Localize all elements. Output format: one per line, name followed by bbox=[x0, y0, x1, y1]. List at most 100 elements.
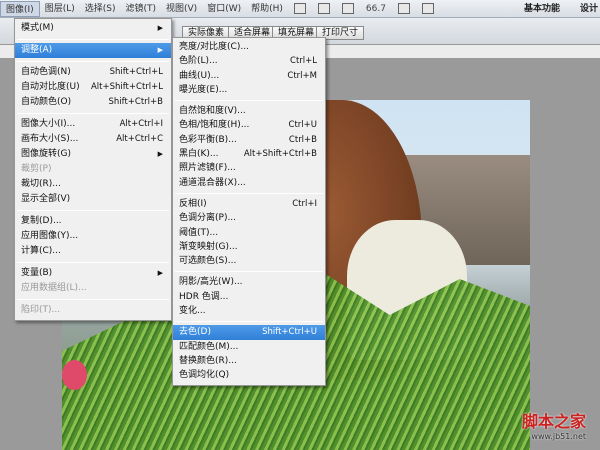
menu-item-label: 色调分离(P)... bbox=[179, 213, 237, 224]
menu-item-label: 裁切(R)... bbox=[21, 179, 61, 189]
menu-separator bbox=[175, 271, 323, 273]
image-menu: 模式(M) ▶ 调整(A) ▶ 自动色调(N) Shift+Ctrl+L 自动对比度(U) A… bbox=[14, 18, 172, 321]
menu-item[interactable]: 可选颜色(S)... bbox=[173, 254, 325, 268]
menu-item-label: 自动对比度(U) bbox=[21, 82, 80, 92]
menu-item-label: 黑白(K)... bbox=[179, 149, 219, 160]
menu-item-label: 曲线(U)... bbox=[179, 70, 220, 81]
adjustments-submenu: 亮度/对比度(C)... 色阶(L)... Ctrl+L 曲线(U)... Ctrl+M… bbox=[172, 37, 326, 386]
menu-item[interactable]: 色阶(L)... Ctrl+L bbox=[173, 54, 325, 68]
menu-bar: 图像(I) 图层(L) 选择(S) 滤镜(T) 视图(V) 窗口(W) 帮助(H) 66.7… bbox=[0, 0, 600, 18]
menu-item-label: 显示全部(V) bbox=[21, 194, 71, 204]
menu-item[interactable]: 去色(D) Shift+Ctrl+U bbox=[173, 325, 325, 340]
menu-separator bbox=[17, 262, 169, 263]
menu-item[interactable]: 自动颜色(O) Shift+Ctrl+B bbox=[15, 95, 171, 110]
menu-item[interactable]: 自然饱和度(V)... bbox=[173, 104, 325, 118]
menu-item-label: 照片滤镜(F)... bbox=[179, 163, 236, 174]
menu-item-shortcut: Alt+Shift+Ctrl+B bbox=[243, 149, 317, 160]
menu-item[interactable]: 黑白(K)... Alt+Shift+Ctrl+B bbox=[173, 147, 325, 161]
menu-item-label: 应用数据组(L)... bbox=[21, 283, 87, 293]
menu-item[interactable]: 阈值(T)... bbox=[173, 226, 325, 240]
watermark: 脚本之家 www.jb51.net bbox=[522, 408, 586, 441]
menu-item[interactable]: 曲线(U)... Ctrl+M bbox=[173, 69, 325, 83]
menu-item-shortcut: Ctrl+I bbox=[292, 198, 317, 209]
menu-item-shortcut: Ctrl+M bbox=[287, 70, 317, 81]
menu-item-label: 变化... bbox=[179, 306, 206, 317]
menu-item[interactable]: 曝光度(E)... bbox=[173, 83, 325, 97]
menu-item[interactable]: 通道混合器(X)... bbox=[173, 176, 325, 190]
menu-item[interactable]: HDR 色调... bbox=[173, 290, 325, 304]
menubar-item[interactable]: 帮助(H) bbox=[246, 1, 288, 17]
workspace-design[interactable]: 设计 bbox=[580, 0, 598, 18]
menubar-item[interactable]: 选择(S) bbox=[80, 1, 121, 17]
menu-item-label: 通道混合器(X)... bbox=[179, 177, 246, 188]
menu-item-label: 变量(B) bbox=[21, 268, 53, 278]
menu-item[interactable]: 裁切(R)... bbox=[15, 177, 171, 192]
menu-item-shortcut: Shift+Ctrl+L bbox=[109, 67, 163, 77]
submenu-arrow-icon: ▶ bbox=[157, 24, 163, 32]
menu-item[interactable]: 自动色调(N) Shift+Ctrl+L bbox=[15, 65, 171, 80]
arrange-docs-icon[interactable] bbox=[397, 3, 410, 14]
menu-item-label: 色相/饱和度(H)... bbox=[179, 120, 250, 131]
screen-mode-icon[interactable] bbox=[421, 3, 434, 14]
menu-item-shortcut: Alt+Ctrl+C bbox=[116, 134, 163, 144]
menubar-item[interactable]: 图像(I) bbox=[0, 0, 40, 17]
menu-item[interactable]: 渐变映射(G)... bbox=[173, 240, 325, 254]
menubar-item[interactable]: 滤镜(T) bbox=[120, 1, 161, 17]
menu-item-shortcut: Ctrl+U bbox=[288, 120, 317, 131]
menu-item-label: 图像旋转(G) bbox=[21, 149, 71, 159]
menu-item-label: 模式(M) bbox=[21, 23, 54, 33]
menu-item[interactable]: 变量(B) ▶ bbox=[15, 266, 171, 281]
menubar-item[interactable]: 图层(L) bbox=[40, 1, 80, 17]
menu-item[interactable]: 匹配颜色(M)... bbox=[173, 340, 325, 354]
menu-item[interactable]: 调整(A) ▶ bbox=[15, 43, 171, 58]
menu-item-label: 匹配颜色(M)... bbox=[179, 341, 239, 352]
menu-item[interactable]: 色相/饱和度(H)... Ctrl+U bbox=[173, 118, 325, 132]
extras-icon[interactable] bbox=[341, 3, 354, 14]
menu-item[interactable]: 模式(M) ▶ bbox=[15, 21, 171, 36]
minibridge-icon[interactable] bbox=[317, 3, 330, 14]
menu-item[interactable]: 复制(D)... bbox=[15, 214, 171, 229]
menu-item-label: HDR 色调... bbox=[179, 291, 229, 302]
menu-item-label: 可选颜色(S)... bbox=[179, 256, 237, 267]
menu-item[interactable]: 照片滤镜(F)... bbox=[173, 161, 325, 175]
menu-item-label: 替换颜色(R)... bbox=[179, 355, 237, 366]
menu-item-label: 阈值(T)... bbox=[179, 227, 219, 238]
menu-item[interactable]: 反相(I) Ctrl+I bbox=[173, 197, 325, 211]
menu-item[interactable]: 图像旋转(G) ▶ bbox=[15, 147, 171, 162]
menu-item[interactable]: 替换颜色(R)... bbox=[173, 354, 325, 368]
menu-separator bbox=[17, 39, 169, 40]
menu-item[interactable]: 画布大小(S)... Alt+Ctrl+C bbox=[15, 132, 171, 147]
submenu-arrow-icon: ▶ bbox=[157, 46, 163, 54]
menu-item[interactable]: 阴影/高光(W)... bbox=[173, 275, 325, 289]
menu-item-label: 裁剪(P) bbox=[21, 164, 52, 174]
bridge-icon[interactable] bbox=[293, 3, 306, 14]
watermark-text: 脚本之家 bbox=[521, 412, 586, 431]
menu-item[interactable]: 色调均化(Q) bbox=[173, 368, 325, 382]
zoom-level[interactable]: 66.7 bbox=[366, 4, 386, 14]
menu-item[interactable]: 应用图像(Y)... bbox=[15, 229, 171, 244]
menu-item-label: 色阶(L)... bbox=[179, 56, 218, 67]
menu-item[interactable]: 图像大小(I)... Alt+Ctrl+I bbox=[15, 117, 171, 132]
menu-separator bbox=[17, 299, 169, 300]
watermark-url: www.jb51.net bbox=[531, 432, 586, 441]
menu-item[interactable]: 色调分离(P)... bbox=[173, 211, 325, 225]
menu-item-label: 应用图像(Y)... bbox=[21, 231, 79, 241]
workspace-essentials[interactable]: 基本功能 bbox=[524, 0, 560, 18]
menu-item[interactable]: 显示全部(V) bbox=[15, 192, 171, 207]
menubar-item[interactable]: 视图(V) bbox=[161, 1, 202, 17]
flower bbox=[62, 360, 87, 390]
menu-item-label: 自动颜色(O) bbox=[21, 97, 72, 107]
menubar-item[interactable]: 窗口(W) bbox=[202, 1, 246, 17]
menu-item-shortcut: Ctrl+L bbox=[290, 56, 317, 67]
menu-item[interactable]: 变化... bbox=[173, 304, 325, 318]
menu-item[interactable]: 自动对比度(U) Alt+Shift+Ctrl+L bbox=[15, 80, 171, 95]
menu-item-label: 色调均化(Q) bbox=[179, 370, 230, 381]
menu-item-label: 图像大小(I)... bbox=[21, 119, 76, 129]
menu-item[interactable]: 色彩平衡(B)... Ctrl+B bbox=[173, 133, 325, 147]
menu-item[interactable]: 计算(C)... bbox=[15, 244, 171, 259]
menu-item-shortcut: Alt+Shift+Ctrl+L bbox=[90, 82, 163, 92]
menu-item[interactable]: 亮度/对比度(C)... bbox=[173, 40, 325, 54]
menu-separator bbox=[175, 100, 323, 102]
menu-item-label: 自然饱和度(V)... bbox=[179, 106, 246, 117]
menu-item-label: 画布大小(S)... bbox=[21, 134, 79, 144]
